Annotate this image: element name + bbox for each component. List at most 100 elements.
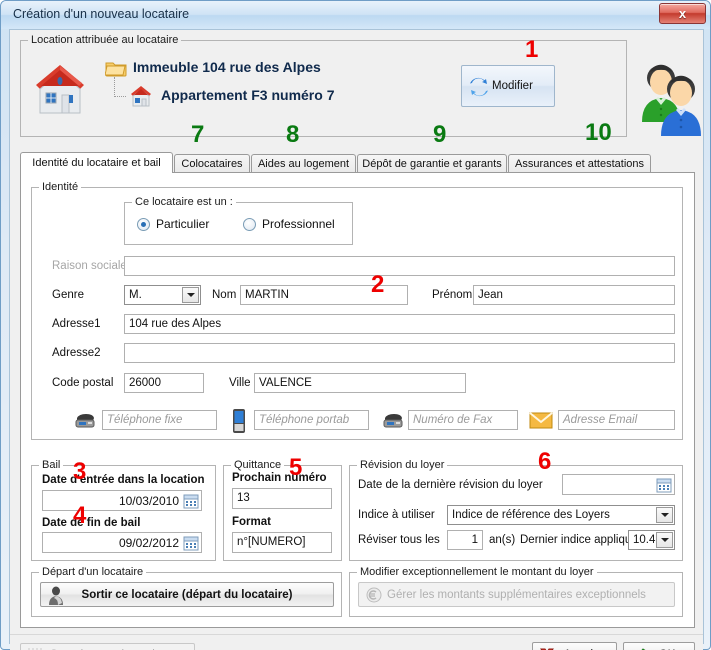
annotation-4: 4 (73, 502, 87, 529)
adresse1-input[interactable]: 104 rue des Alpes (124, 314, 675, 334)
raison-sociale-label: Raison sociale (52, 260, 127, 272)
tab-label: Assurances et attestations (514, 158, 644, 170)
prenom-input[interactable]: Jean (473, 285, 675, 305)
calendar-icon[interactable] (656, 477, 672, 493)
tab-assurances-attestations[interactable]: Assurances et attestations (508, 154, 651, 173)
fax-icon (382, 412, 404, 430)
tab-identite-locataire-bail[interactable]: Identité du locataire et bail (20, 152, 173, 173)
fax-placeholder: Numéro de Fax (413, 414, 493, 426)
prenom-label: Prénom (432, 289, 473, 301)
annotation-2: 2 (371, 271, 385, 298)
depart-locataire-group: Départ d'un locataire Sortir ce locatair… (31, 566, 342, 617)
raison-sociale-input[interactable] (124, 256, 675, 276)
tab-label: Dépôt de garantie et garants (362, 158, 502, 170)
tab-colocataires[interactable]: Colocataires (174, 154, 250, 173)
quittance-group-legend: Quittance (231, 459, 285, 471)
calendar-icon[interactable] (183, 535, 199, 551)
date-fin-value: 09/02/2012 (118, 536, 179, 550)
code-postal-label: Code postal (52, 377, 114, 389)
modify-button-label: Modifier (492, 80, 533, 92)
indice-select[interactable]: Indice de référence des Loyers (447, 505, 675, 525)
date-fin-input[interactable]: 09/02/2012 (42, 532, 202, 553)
radio-professionnel[interactable]: Professionnel (243, 217, 335, 231)
prochain-numero-input[interactable]: 13 (232, 488, 332, 509)
modify-button[interactable]: Modifier (461, 65, 555, 107)
bail-group-legend: Bail (39, 459, 64, 471)
sortir-locataire-label: Sortir ce locataire (départ du locataire… (81, 588, 293, 601)
code-postal-input[interactable]: 26000 (124, 373, 204, 393)
tenant-type-group: Ce locataire est un : Particulier Profes… (124, 196, 353, 245)
genre-value: M. (129, 289, 142, 301)
sortir-locataire-button[interactable]: Sortir ce locataire (départ du locataire… (40, 582, 334, 607)
annotation-5: 5 (289, 454, 303, 481)
modif-loyer-group-legend: Modifier exceptionnellement le montant d… (357, 566, 597, 578)
genre-select[interactable]: M. (124, 285, 201, 305)
dernier-indice-select[interactable]: 10.41 (628, 530, 675, 550)
dialog-window: Création d'un nouveau locataire x Locati… (0, 0, 711, 650)
radio-professionnel-label: Professionnel (262, 217, 335, 231)
fax-input[interactable]: Numéro de Fax (408, 410, 518, 430)
tab-aides-au-logement[interactable]: Aides au logement (251, 154, 356, 173)
supprimer-locataire-button: Supprimer ce locataire (20, 643, 195, 650)
bail-group: Bail Date d'entrée dans la location 10/0… (31, 459, 216, 561)
adresse2-input[interactable] (124, 343, 675, 363)
annotation-8: 8 (286, 121, 300, 148)
prochain-numero-label: Prochain numéro (232, 472, 327, 484)
annotation-6: 6 (538, 448, 552, 475)
tree-connector-branch (114, 96, 126, 97)
date-entree-input[interactable]: 10/03/2010 (42, 490, 202, 511)
fax-machine-icon (74, 412, 96, 430)
building-label: Immeuble 104 rue des Alpes (133, 59, 321, 75)
tab-label: Identité du locataire et bail (32, 157, 161, 169)
nom-label: Nom (212, 289, 237, 301)
indice-value: Indice de référence des Loyers (452, 509, 610, 521)
radio-particulier-icon (137, 217, 150, 231)
euro-disabled-icon (366, 587, 382, 603)
house-icon (29, 59, 91, 121)
tab-panel-identite: Identité Ce locataire est un : Particuli… (20, 172, 695, 628)
reviser-interval-input[interactable]: 1 (447, 530, 483, 550)
identite-group: Identité Ce locataire est un : Particuli… (31, 181, 683, 440)
tab-depot-garantie-garants[interactable]: Dépôt de garantie et garants (357, 154, 507, 173)
apartment-icon (128, 83, 154, 109)
cancel-button[interactable]: Annuler (532, 642, 617, 650)
dernier-indice-label: Dernier indice appliqué (520, 534, 638, 546)
close-button[interactable]: x (659, 3, 706, 24)
ok-button[interactable]: OK (623, 642, 695, 650)
gerer-montants-label: Gérer les montants supplémentaires excep… (387, 588, 646, 601)
radio-professionnel-icon (243, 217, 256, 231)
revision-group-legend: Révision du loyer (357, 459, 448, 471)
chevron-down-icon[interactable] (182, 287, 199, 303)
tenant-type-legend: Ce locataire est un : (132, 196, 236, 208)
annotation-9: 9 (433, 121, 447, 148)
telephone-fixe-input[interactable]: Téléphone fixe (102, 410, 217, 430)
format-input[interactable]: n°[NUMERO] (232, 532, 332, 553)
revision-loyer-group: Révision du loyer Date de la dernière ré… (349, 459, 683, 561)
tree-connector (114, 77, 115, 97)
email-placeholder: Adresse Email (563, 414, 638, 426)
telephone-portable-input[interactable]: Téléphone portab (254, 410, 369, 430)
mobile-phone-icon (232, 408, 246, 434)
format-label: Format (232, 516, 271, 528)
date-revision-input[interactable] (562, 474, 675, 495)
chevron-down-icon[interactable] (656, 532, 673, 548)
date-revision-label: Date de la dernière révision du loyer (358, 479, 543, 491)
chevron-down-icon[interactable] (656, 507, 673, 523)
radio-particulier[interactable]: Particulier (137, 217, 209, 231)
adresse1-label: Adresse1 (52, 318, 101, 330)
calendar-icon[interactable] (183, 493, 199, 509)
depart-group-legend: Départ d'un locataire (39, 566, 147, 578)
adresse2-label: Adresse2 (52, 347, 101, 359)
close-icon: x (678, 6, 687, 21)
annotation-3: 3 (73, 458, 87, 485)
ans-label: an(s) (489, 534, 516, 546)
reviser-tous-les-label: Réviser tous les (358, 534, 440, 546)
telephone-fixe-placeholder: Téléphone fixe (107, 414, 183, 426)
tab-label: Aides au logement (257, 158, 350, 170)
location-group-legend: Location attribuée au locataire (28, 34, 182, 46)
identite-group-legend: Identité (39, 181, 82, 193)
person-exit-icon (47, 586, 65, 605)
ville-input[interactable]: VALENCE (254, 373, 466, 393)
window-title: Création d'un nouveau locataire (13, 7, 190, 21)
email-input[interactable]: Adresse Email (558, 410, 675, 430)
